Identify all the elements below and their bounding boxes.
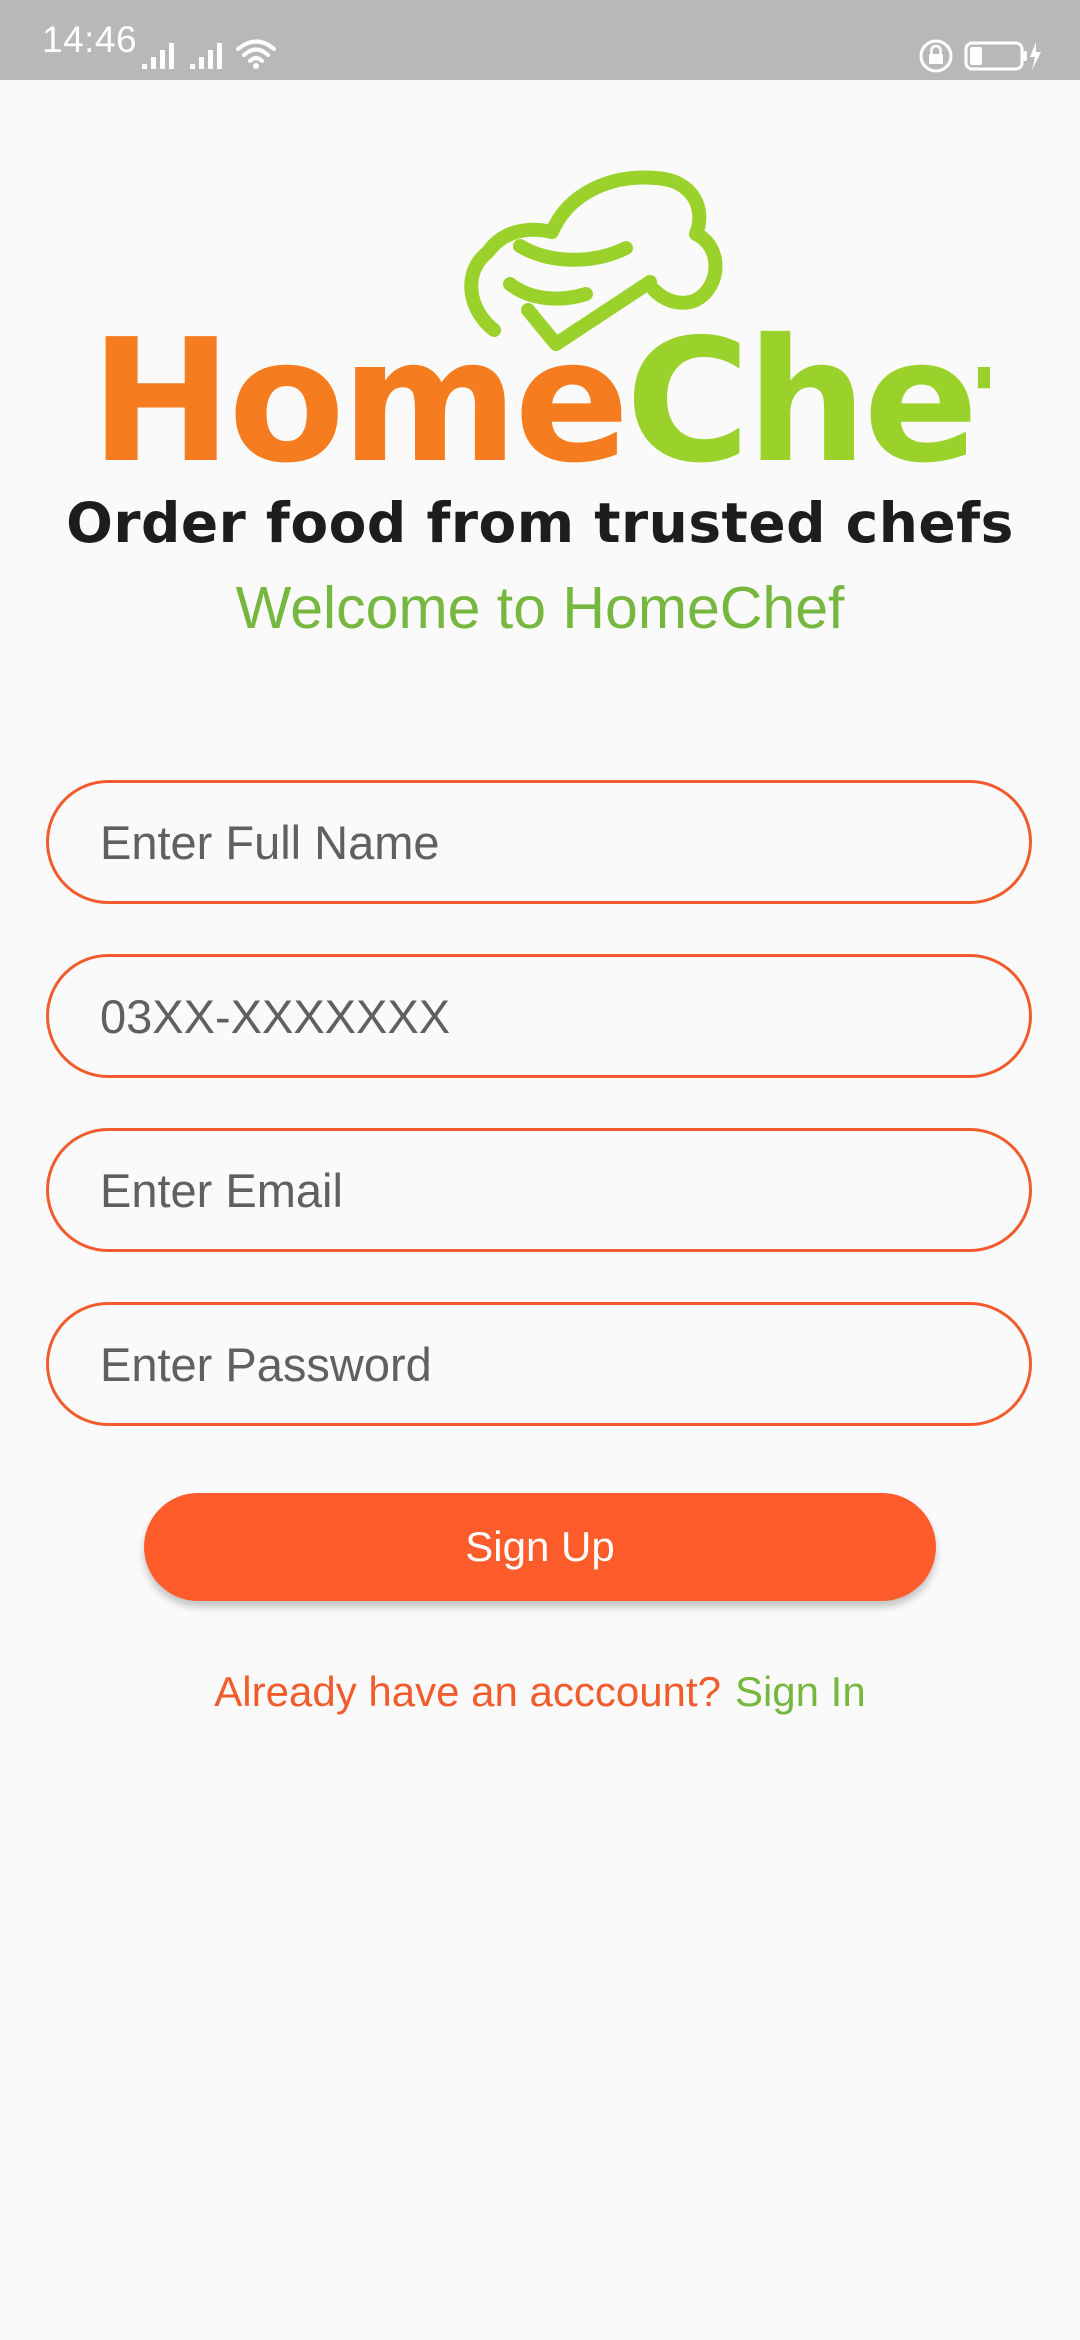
- phone-input[interactable]: [100, 957, 980, 1075]
- status-time: 14:46: [42, 19, 138, 60]
- email-input[interactable]: [100, 1131, 980, 1249]
- full-name-input[interactable]: [100, 783, 980, 901]
- password-input[interactable]: [100, 1305, 980, 1423]
- signal-icon: [190, 43, 222, 69]
- signal-icon: [142, 43, 174, 69]
- status-icons-right: [918, 34, 1044, 78]
- rotation-lock-icon: [919, 39, 953, 73]
- welcome-heading: Welcome to HomeChef: [235, 575, 845, 641]
- wifi-icon: [236, 39, 276, 69]
- password-field-container: [46, 1302, 1032, 1426]
- full-name-field-container: [46, 780, 1032, 904]
- homechef-logo: HomeChef: [90, 160, 990, 480]
- status-icons-left: [142, 26, 276, 70]
- already-have-account-text: Already have an acccount?: [214, 1668, 721, 1715]
- sign-up-button[interactable]: Sign Up: [144, 1493, 936, 1601]
- sign-in-link[interactable]: Sign In: [735, 1668, 866, 1715]
- email-field-container: [46, 1128, 1032, 1252]
- logo-wordmark: HomeChef: [90, 303, 990, 480]
- sign-in-row: Already have an acccount? Sign In: [0, 1662, 1080, 1722]
- phone-field-container: [46, 954, 1032, 1078]
- battery-charging-icon: [964, 41, 1041, 71]
- tagline: Order food from trusted chefs: [66, 491, 1014, 555]
- status-bar: 14:46: [0, 0, 1080, 80]
